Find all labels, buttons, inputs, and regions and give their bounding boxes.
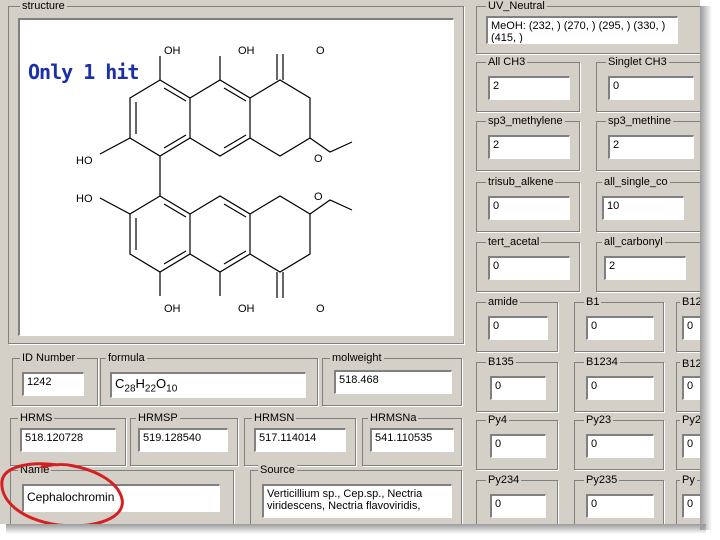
all-single-co-label: all_single_co: [602, 176, 670, 188]
formula-field[interactable]: C28H22O10: [110, 372, 306, 398]
tert-acetal-field[interactable]: 0: [488, 256, 570, 280]
amide-label: amide: [486, 296, 520, 308]
atom-ho-upper: HO: [76, 155, 93, 167]
hrmsna-label: HRMSNa: [368, 412, 419, 424]
b12-label: B12: [680, 296, 700, 308]
b12-field[interactable]: 0: [682, 316, 700, 340]
pyx-field[interactable]: 0: [682, 494, 700, 518]
atom-o-bottom-carbonyl: O: [316, 303, 325, 315]
py234-field[interactable]: 0: [490, 494, 546, 518]
atom-o-upper-ring: O: [314, 153, 323, 165]
formula-h-count: 22: [144, 383, 157, 395]
window-shadow-right: [700, 6, 712, 530]
py235-label: Py235: [584, 474, 620, 486]
hit-count-annotation: Only 1 hit: [28, 60, 139, 84]
app-window: structure OH OH O HO O HO O OH OH O Only…: [0, 0, 700, 524]
b1-label: B1: [584, 296, 602, 308]
all-ch3-field[interactable]: 2: [488, 76, 570, 100]
hrmsn-field[interactable]: 517.114014: [254, 428, 346, 452]
py2x-field[interactable]: 0: [682, 434, 700, 458]
amide-field[interactable]: 0: [488, 316, 548, 340]
window-shadow-bottom: [6, 524, 706, 534]
sp3-methylene-label: sp3_methylene: [486, 115, 565, 127]
hrmsp-field[interactable]: 519.128540: [138, 428, 228, 452]
formula-h: H: [135, 376, 145, 391]
all-carbonyl-field[interactable]: 2: [604, 256, 686, 280]
atom-o-lower-ring: O: [314, 191, 323, 203]
b135-field[interactable]: 0: [490, 376, 546, 400]
atom-ho-lower: HO: [76, 193, 93, 205]
b12x-field[interactable]: 0: [682, 376, 700, 400]
b12x-label: B12: [680, 358, 700, 370]
all-carbonyl-label: all_carbonyl: [602, 236, 665, 248]
atom-oh-top-mid: OH: [238, 45, 255, 57]
name-highlight-annotation: [0, 462, 124, 524]
hrmsn-label: HRMSN: [252, 412, 297, 424]
py23-field[interactable]: 0: [586, 434, 654, 458]
sp3-methine-field[interactable]: 2: [608, 135, 694, 159]
formula-c-count: 28: [124, 383, 136, 395]
formula-o: O: [156, 376, 167, 391]
all-ch3-label: All CH3: [486, 56, 528, 68]
molweight-label: molweight: [330, 352, 384, 364]
py4-field[interactable]: 0: [490, 434, 546, 458]
uv-neutral-label: UV_Neutral: [486, 0, 547, 12]
hrmsna-field[interactable]: 541.110535: [370, 428, 454, 452]
sp3-methine-label: sp3_methine: [606, 115, 673, 127]
singlet-ch3-label: Singlet CH3: [606, 56, 669, 68]
atom-oh-bottom-left: OH: [164, 303, 181, 315]
formula-o-count: 10: [166, 383, 178, 395]
formula-c: C: [115, 376, 125, 391]
hrms-label: HRMS: [18, 412, 55, 424]
trisub-alkene-label: trisub_alkene: [486, 176, 556, 188]
pyx-label: Py: [680, 474, 697, 486]
structure-group-label: structure: [20, 0, 67, 12]
source-label: Source: [258, 464, 297, 476]
hrms-field[interactable]: 518.120728: [20, 428, 116, 452]
sp3-methylene-field[interactable]: 2: [488, 135, 570, 159]
py2x-label: Py2: [680, 414, 700, 426]
id-number-label: ID Number: [20, 352, 78, 364]
molweight-field[interactable]: 518.468: [334, 370, 452, 394]
atom-oh-top-left: OH: [164, 45, 181, 57]
py4-label: Py4: [486, 414, 509, 426]
formula-label: formula: [106, 352, 147, 364]
b1234-label: B1234: [584, 356, 620, 368]
atom-oh-bottom-mid: OH: [238, 303, 255, 315]
uv-neutral-field[interactable]: MeOH: (232, ) (270, ) (295, ) (330, ) (4…: [486, 16, 678, 44]
atom-o-top-carbonyl: O: [316, 45, 325, 57]
tert-acetal-label: tert_acetal: [486, 236, 542, 248]
id-number-field[interactable]: 1242: [22, 372, 84, 396]
trisub-alkene-field[interactable]: 0: [488, 196, 570, 220]
source-field[interactable]: Verticillium sp., Cep.sp., Nectria virid…: [262, 484, 452, 518]
b1234-field[interactable]: 0: [586, 376, 654, 400]
b135-label: B135: [486, 356, 516, 368]
b1-field[interactable]: 0: [586, 316, 654, 340]
singlet-ch3-field[interactable]: 0: [608, 76, 694, 100]
py235-field[interactable]: 0: [586, 494, 654, 518]
py23-label: Py23: [584, 414, 614, 426]
all-single-co-field[interactable]: 10: [602, 196, 684, 220]
hrmsp-label: HRMSP: [136, 412, 180, 424]
uv-scrollbar[interactable]: [688, 14, 700, 48]
py234-label: Py234: [486, 474, 522, 486]
